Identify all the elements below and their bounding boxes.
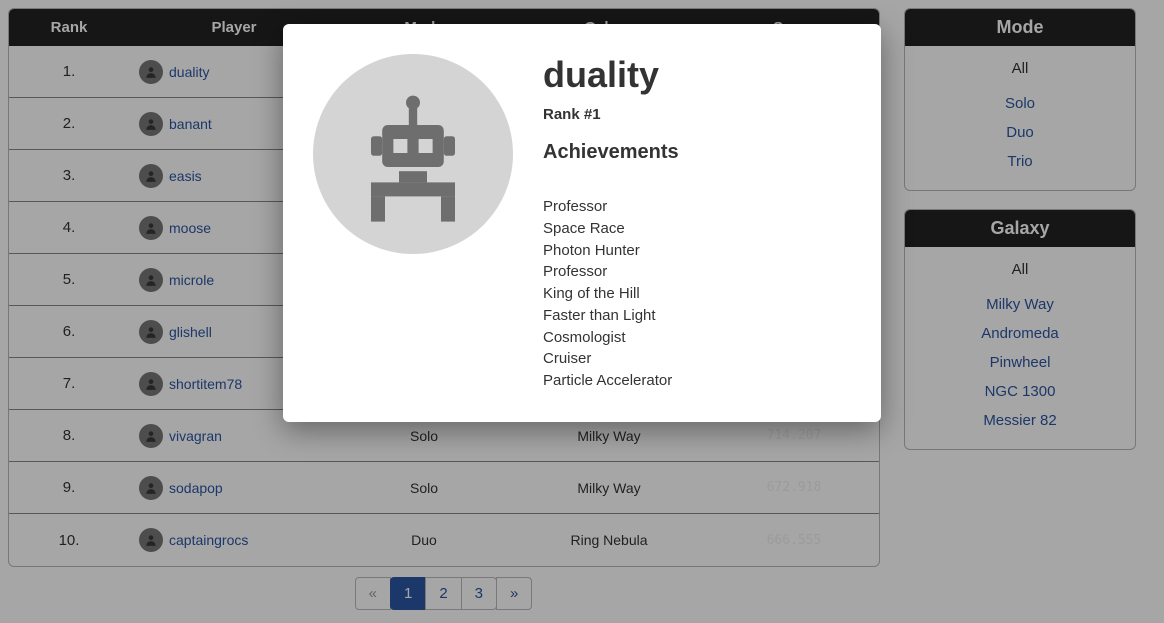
achievements-list: ProfessorSpace RacePhoton HunterProfesso…	[543, 196, 845, 392]
achievement-item: Professor	[543, 196, 845, 218]
profile-rank: Rank #1	[543, 106, 845, 123]
achievement-item: Cosmologist	[543, 327, 845, 349]
robot-icon	[343, 83, 483, 226]
achievement-item: Particle Accelerator	[543, 370, 845, 392]
achievement-item: Professor	[543, 261, 845, 283]
profile-avatar	[313, 54, 513, 254]
profile-name: duality	[543, 54, 845, 96]
achievement-item: Cruiser	[543, 348, 845, 370]
achievement-item: Photon Hunter	[543, 240, 845, 262]
player-profile-modal: duality Rank #1 Achievements ProfessorSp…	[283, 24, 881, 422]
achievement-item: Faster than Light	[543, 305, 845, 327]
achievement-item: Space Race	[543, 218, 845, 240]
modal-overlay[interactable]: duality Rank #1 Achievements ProfessorSp…	[0, 0, 1164, 623]
achievements-heading: Achievements	[543, 141, 845, 164]
achievement-item: King of the Hill	[543, 283, 845, 305]
